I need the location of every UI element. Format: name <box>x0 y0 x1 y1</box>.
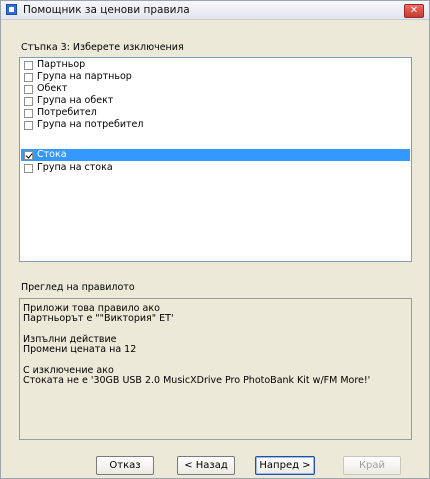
checkbox[interactable] <box>24 120 33 130</box>
list-item-user[interactable]: Потребител <box>21 107 410 119</box>
close-button[interactable]: ✕ <box>404 4 424 18</box>
checkbox[interactable] <box>24 60 33 70</box>
item-label: Партньор <box>37 59 86 70</box>
item-label: Група на стока <box>37 162 113 173</box>
item-label: Група на обект <box>37 95 114 106</box>
checkbox[interactable] <box>24 96 33 106</box>
checkbox[interactable] <box>24 84 33 94</box>
checkbox[interactable] <box>24 108 33 118</box>
review-line: Стоката не е '30GB USB 2.0 MusicXDrive P… <box>23 375 371 386</box>
title-bar[interactable]: Помощник за ценови правила ✕ <box>1 1 429 20</box>
cancel-button[interactable]: Отказ <box>96 456 154 475</box>
list-item-user-group[interactable]: Група на потребител <box>21 119 410 131</box>
list-item-partner-group[interactable]: Група на партньор <box>21 71 410 83</box>
item-label: Стока <box>37 149 67 160</box>
wizard-window: Помощник за ценови правила ✕ Стъпка 3: И… <box>0 0 430 479</box>
step-label: Стъпка 3: Изберете изключения <box>21 42 184 53</box>
window-title: Помощник за ценови правила <box>23 4 190 16</box>
item-label: Потребител <box>37 107 97 118</box>
list-item-object[interactable]: Обект <box>21 83 410 95</box>
list-item-partner[interactable]: Партньор <box>21 59 410 71</box>
checkbox[interactable] <box>24 72 33 82</box>
review-line: Промени цената на 12 <box>23 344 137 355</box>
rule-review-box: Приложи това правило ако Партньорът е ""… <box>19 298 412 440</box>
checkbox[interactable] <box>24 163 33 173</box>
list-item-goods-group[interactable]: Група на стока <box>21 162 410 174</box>
back-button[interactable]: < Назад <box>177 456 235 475</box>
review-label: Преглед на правилото <box>21 282 135 293</box>
list-item-goods[interactable]: Стока <box>21 149 410 161</box>
item-label: Група на потребител <box>37 119 144 130</box>
item-label: Група на партньор <box>37 71 132 82</box>
list-item-object-group[interactable]: Група на обект <box>21 95 410 107</box>
finish-button[interactable]: Край <box>343 456 401 475</box>
item-label: Обект <box>37 83 68 94</box>
app-icon <box>6 4 17 15</box>
exceptions-list[interactable]: Партньор Група на партньор Обект Група н… <box>19 57 412 262</box>
next-button[interactable]: Напред > <box>255 456 315 475</box>
review-line: Партньорът е ""Виктория" ЕТ' <box>23 313 174 324</box>
checkbox-checked[interactable] <box>24 150 33 160</box>
